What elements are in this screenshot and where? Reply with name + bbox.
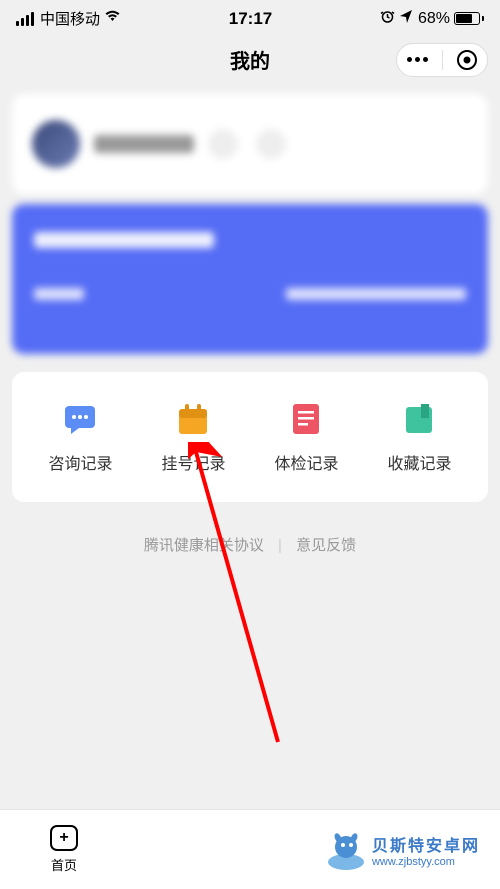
profile-name (94, 135, 194, 153)
bookmark-icon (402, 402, 436, 436)
time-label: 17:17 (229, 9, 272, 29)
wifi-icon (104, 10, 121, 27)
profile-action (256, 129, 286, 159)
battery-icon (454, 12, 484, 25)
divider: | (278, 537, 282, 554)
calendar-icon (176, 402, 210, 436)
profile-action (208, 129, 238, 159)
bottom-bar: + 首页 贝斯特安卓网 www.zjbstyy.com (0, 809, 500, 889)
signal-icon (16, 12, 34, 26)
carrier-label: 中国移动 (40, 8, 100, 29)
menu-item-favorites[interactable]: 收藏记录 (387, 402, 451, 474)
watermark-logo-icon (324, 830, 364, 870)
watermark-name: 贝斯特安卓网 (372, 832, 480, 856)
alarm-icon (380, 9, 395, 29)
watermark-url: www.zjbstyy.com (372, 856, 455, 868)
close-icon[interactable] (457, 50, 477, 70)
miniprogram-capsule[interactable] (396, 43, 488, 77)
agreement-link[interactable]: 腾讯健康相关协议 (144, 537, 264, 554)
home-icon: + (50, 825, 78, 851)
footer-links: 腾讯健康相关协议 | 意见反馈 (0, 534, 500, 555)
menu-item-checkup[interactable]: 体检记录 (274, 402, 338, 474)
home-tab[interactable]: + 首页 (50, 825, 78, 874)
chat-icon (63, 402, 97, 436)
menu-item-consultation[interactable]: 咨询记录 (48, 402, 112, 474)
status-right: 68% (380, 9, 484, 29)
document-icon (289, 402, 323, 436)
status-left: 中国移动 (16, 8, 121, 29)
menu-item-registration[interactable]: 挂号记录 (161, 402, 225, 474)
page-title: 我的 (230, 45, 270, 74)
status-bar: 中国移动 17:17 68% (0, 0, 500, 33)
menu-label: 收藏记录 (387, 450, 451, 474)
more-icon[interactable] (407, 57, 428, 62)
avatar (32, 120, 80, 168)
battery-percent: 68% (418, 10, 450, 28)
home-label: 首页 (51, 855, 77, 874)
location-icon (399, 9, 414, 29)
health-card[interactable] (12, 204, 488, 354)
feedback-link[interactable]: 意见反馈 (296, 537, 356, 554)
profile-card[interactable] (12, 94, 488, 194)
page-header: 我的 (0, 33, 500, 86)
menu-label: 咨询记录 (48, 450, 112, 474)
records-menu: 咨询记录 挂号记录 体检记录 收藏记录 (12, 372, 488, 502)
watermark: 贝斯特安卓网 www.zjbstyy.com (324, 830, 480, 870)
menu-label: 挂号记录 (161, 450, 225, 474)
menu-label: 体检记录 (274, 450, 338, 474)
